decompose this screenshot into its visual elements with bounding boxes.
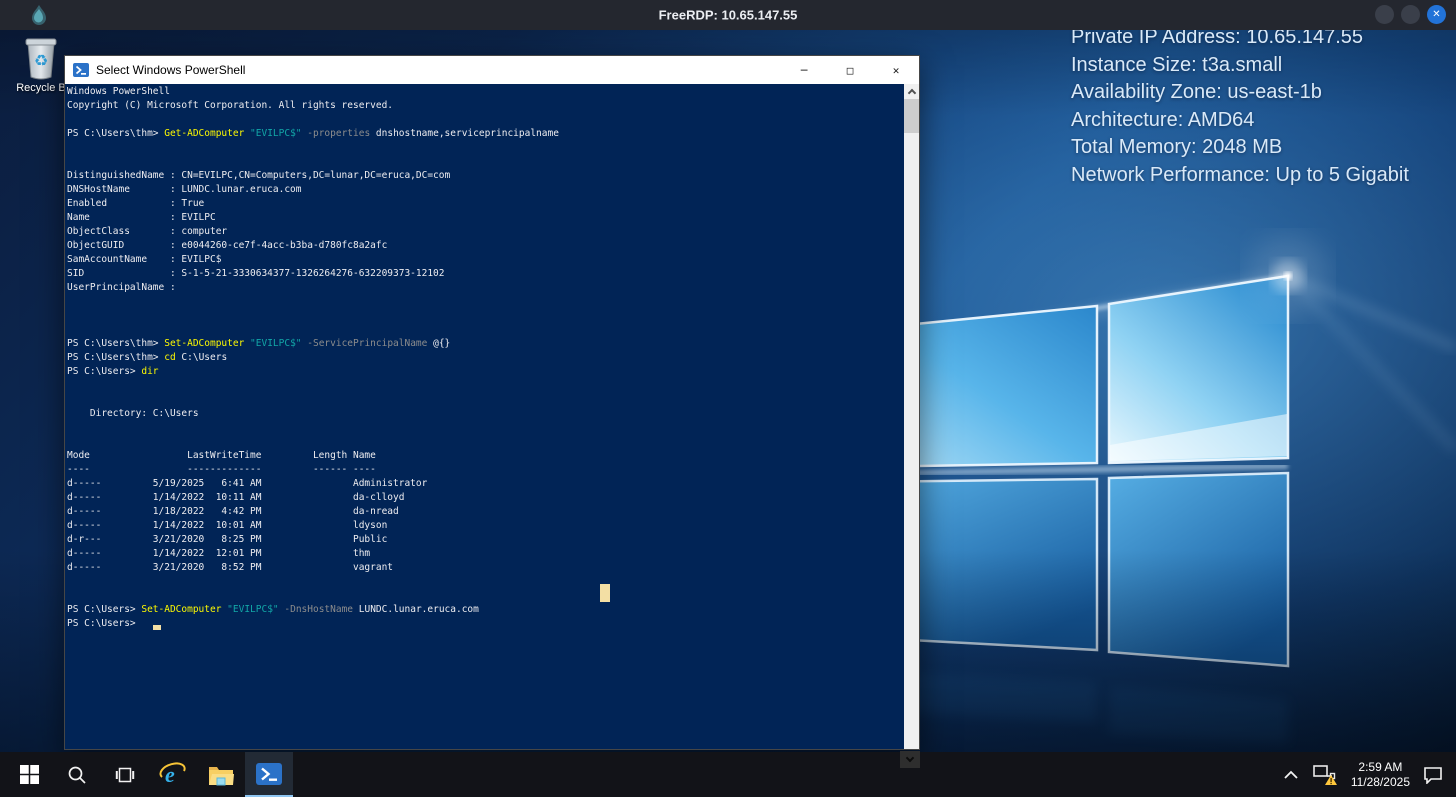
start-button[interactable] [5, 752, 53, 797]
close-icon: ✕ [1432, 9, 1441, 20]
taskbar-empty-area [293, 752, 1283, 797]
minimize-button[interactable]: ─ [781, 56, 827, 84]
terminal-line: Windows PowerShell [67, 86, 170, 97]
terminal-selection-block [600, 584, 610, 602]
scrollbar-up-icon[interactable] [904, 84, 919, 99]
powershell-taskbar-button[interactable] [245, 752, 293, 797]
window-title: Select Windows PowerShell [96, 63, 246, 77]
file-explorer-button[interactable] [197, 752, 245, 797]
terminal-line: SamAccountName : EVILPC$ [67, 254, 222, 265]
internet-explorer-button[interactable]: e [149, 752, 197, 797]
terminal-line: SID : S-1-5-21-3330634377-1326264276-632… [67, 268, 445, 279]
terminal-cursor [153, 625, 161, 630]
freerdp-app-icon [32, 5, 46, 25]
instance-info-line: Network Performance: Up to 5 Gigabit [1071, 163, 1409, 186]
system-tray: 2:59 AM 11/28/2025 [1283, 752, 1456, 797]
scrollbar-down-icon[interactable] [900, 751, 920, 768]
instance-info-line: Architecture: AMD64 [1071, 108, 1255, 131]
file-explorer-icon [209, 766, 234, 785]
freerdp-title: FreeRDP: 10.65.147.55 [658, 7, 798, 23]
powershell-window[interactable]: Select Windows PowerShell ─ □ ✕ Windows … [64, 55, 920, 750]
clock[interactable]: 2:59 AM 11/28/2025 [1351, 760, 1410, 790]
recycle-bin-label: Recycle B [16, 82, 66, 94]
close-button[interactable]: ✕ [873, 56, 919, 84]
terminal-output: Windows PowerShell Copyright (C) Microsof… [67, 85, 902, 749]
rdp-close-circle[interactable]: ✕ [1427, 5, 1446, 24]
clock-date: 11/28/2025 [1350, 774, 1410, 789]
terminal-scrollbar[interactable] [904, 84, 919, 749]
rdp-minimize-circle[interactable] [1375, 5, 1394, 24]
task-view-button[interactable] [101, 752, 149, 797]
terminal-line: PS C:\Users> [67, 618, 142, 629]
network-warning-icon[interactable] [1312, 764, 1338, 786]
clock-time: 2:59 AM [1358, 759, 1403, 774]
terminal-area[interactable]: Windows PowerShell Copyright (C) Microsof… [65, 84, 919, 749]
recycle-symbol: ♻ [34, 51, 48, 70]
instance-info-text: Private IP Address: 10.65.147.55 Instance… [1071, 30, 1409, 189]
maximize-button[interactable]: □ [827, 56, 873, 84]
terminal-line: ObjectGUID : e0044260-ce7f-4acc-b3ba-d78… [67, 240, 388, 251]
search-icon [68, 766, 86, 784]
terminal-line: Mode LastWriteTime Length Name [67, 450, 376, 461]
terminal-line: d----- 1/18/2022 4:42 PM da-nread [67, 506, 399, 517]
internet-explorer-icon: e [159, 762, 186, 787]
rdp-screen: Private IP Address: 10.65.147.55 Instance… [0, 0, 1456, 797]
taskbar: e 2:59 AM 11/28/2025 [0, 752, 1456, 797]
terminal-line: d----- 1/14/2022 12:01 PM thm [67, 548, 371, 559]
terminal-line: d-r--- 3/21/2020 8:25 PM Public [67, 534, 388, 545]
terminal-line: PS C:\Users> Set-ADComputer "EVILPC$" -D… [67, 604, 479, 615]
scrollbar-thumb[interactable] [904, 99, 919, 133]
instance-info-line: Private IP Address: 10.65.147.55 [1071, 30, 1364, 48]
recycle-bin-shortcut[interactable]: ♻ Recycle B [10, 35, 72, 94]
rdp-restore-circle[interactable] [1401, 5, 1420, 24]
powershell-icon [256, 762, 282, 785]
terminal-line: d----- 3/21/2020 8:52 PM vagrant [67, 562, 394, 573]
terminal-line: PS C:\Users\thm> Set-ADComputer "EVILPC$… [67, 338, 451, 349]
terminal-line: DistinguishedName : CN=EVILPC,CN=Compute… [67, 170, 451, 181]
terminal-line: PS C:\Users> dir [67, 366, 159, 377]
terminal-line: PS C:\Users\thm> cd C:\Users [67, 352, 228, 363]
terminal-line: PS C:\Users\thm> Get-ADComputer "EVILPC$… [67, 128, 559, 139]
terminal-line: d----- 1/14/2022 10:11 AM da-clloyd [67, 492, 405, 503]
instance-info-line: Total Memory: 2048 MB [1071, 136, 1283, 158]
terminal-line: UserPrincipalName : [67, 282, 176, 293]
search-button[interactable] [53, 752, 101, 797]
powershell-titlebar[interactable]: Select Windows PowerShell ─ □ ✕ [65, 56, 919, 84]
instance-info-line: Availability Zone: us-east-1b [1071, 81, 1322, 103]
instance-info-line: Instance Size: t3a.small [1071, 53, 1283, 76]
task-view-icon [115, 767, 135, 782]
terminal-line: d----- 1/14/2022 10:01 AM ldyson [67, 520, 388, 531]
terminal-line: Enabled : True [67, 198, 205, 209]
tray-chevron-up-icon[interactable] [1283, 770, 1299, 780]
terminal-line: Name : EVILPC [67, 212, 216, 223]
terminal-line: d----- 5/19/2025 6:41 AM Administrator [67, 478, 428, 489]
terminal-line: ---- ------------- ------ ---- [67, 464, 376, 475]
terminal-line: Directory: C:\Users [67, 408, 199, 419]
terminal-line: DNSHostName : LUNDC.lunar.eruca.com [67, 184, 302, 195]
powershell-window-icon [73, 63, 89, 77]
freerdp-titlebar[interactable]: FreeRDP: 10.65.147.55 ✕ [0, 0, 1456, 30]
terminal-line: ObjectClass : computer [67, 226, 228, 237]
recycle-bin-icon: ♻ [25, 38, 57, 80]
action-center-icon[interactable] [1423, 766, 1443, 784]
terminal-line: Copyright (C) Microsoft Corporation. All… [67, 100, 394, 111]
windows-logo-icon [19, 765, 39, 784]
